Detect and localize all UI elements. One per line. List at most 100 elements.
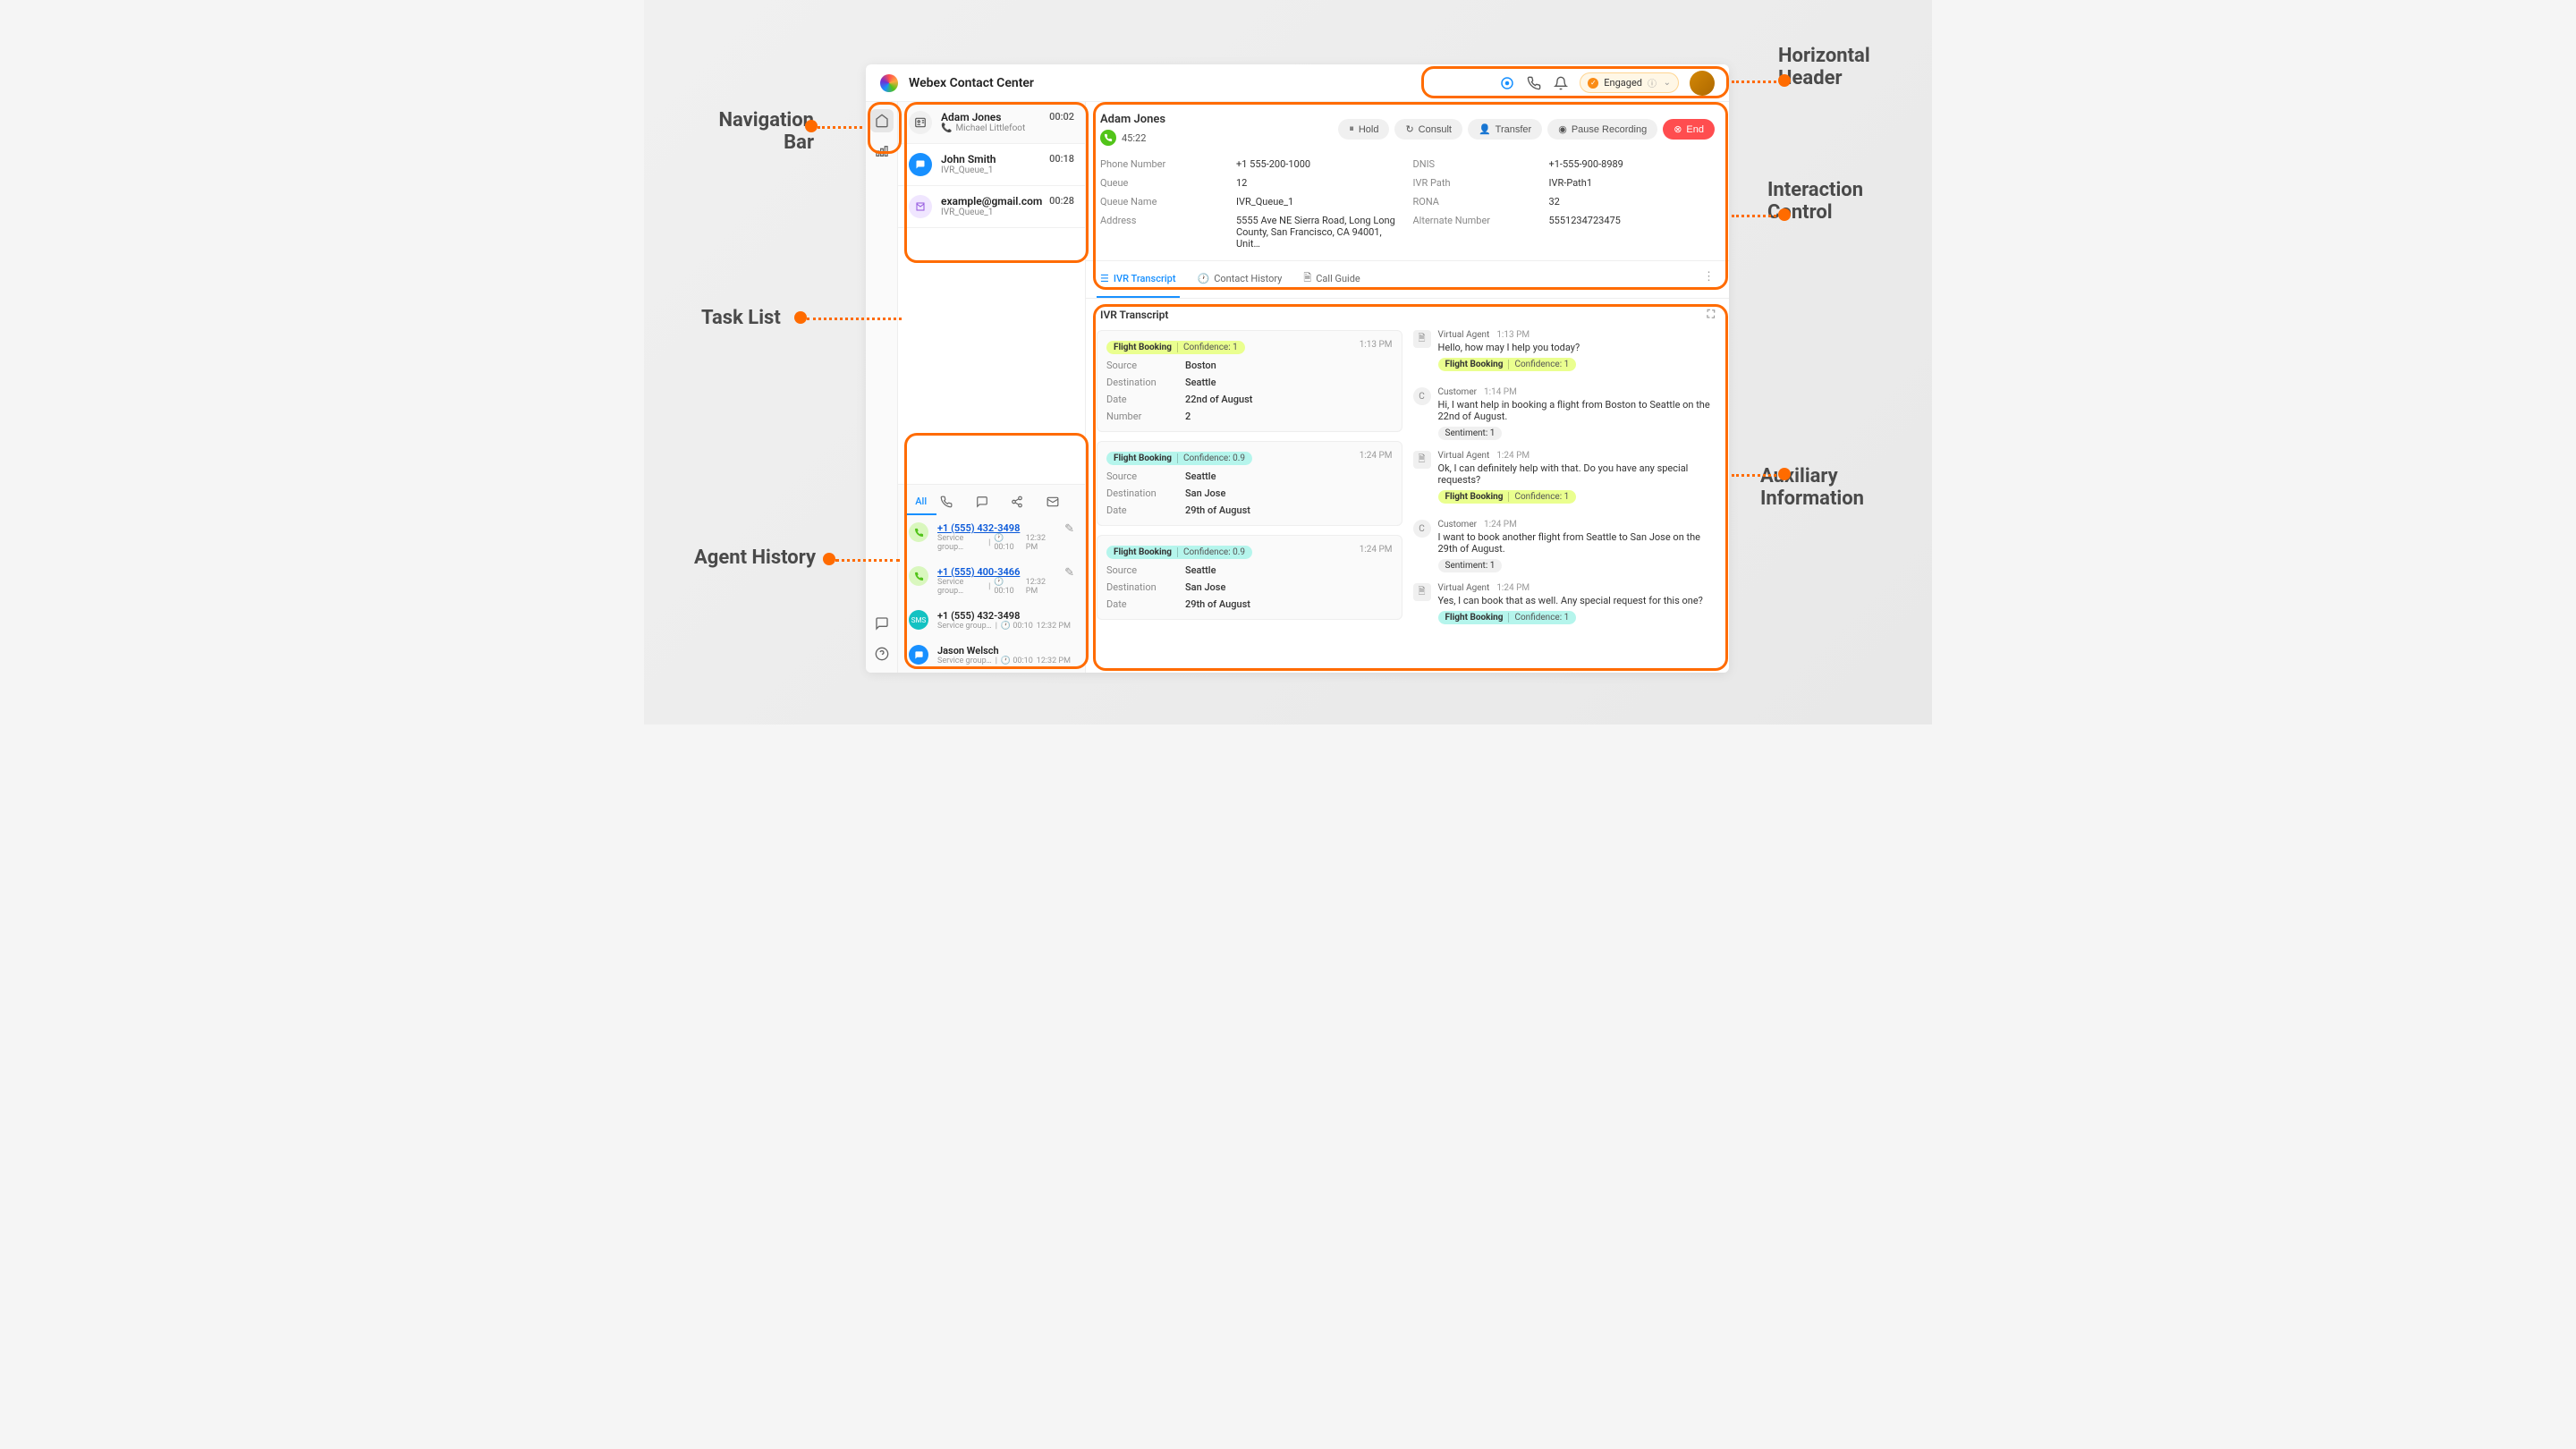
- field-label: RONA: [1413, 196, 1538, 208]
- history-item[interactable]: +1 (555) 432-3498Service group…|🕐 00:101…: [898, 515, 1085, 559]
- history-tab-email[interactable]: [1046, 490, 1078, 515]
- phone-icon[interactable]: [1526, 75, 1542, 91]
- pause-icon: ⏸: [1349, 123, 1354, 135]
- kv-value: 2: [1185, 411, 1393, 422]
- transcript-message: 🗎Virtual Agent1:24 PMYes, I can book tha…: [1413, 583, 1719, 630]
- bell-icon[interactable]: [1553, 75, 1569, 91]
- history-tab-chat[interactable]: [976, 490, 1007, 515]
- kv-value: 29th of August: [1185, 598, 1393, 610]
- virtual-agent-icon: 🗎: [1413, 330, 1431, 348]
- navigation-bar: [866, 102, 898, 673]
- phone-active-icon: [1100, 130, 1116, 146]
- kv-value: 29th of August: [1185, 504, 1393, 516]
- person-icon: 👤: [1479, 123, 1491, 135]
- transcript-message: CCustomer1:24 PMI want to book another f…: [1413, 520, 1719, 572]
- task-item[interactable]: example@gmail.com IVR_Queue_1 00:28: [898, 186, 1085, 228]
- nav-help[interactable]: [870, 642, 894, 665]
- interaction-name: Adam Jones: [1100, 113, 1165, 126]
- field-label: Alternate Number: [1413, 215, 1538, 250]
- app-title: Webex Contact Center: [909, 76, 1034, 90]
- kv-label: Date: [1106, 394, 1178, 405]
- history-title: Jason Welsch: [937, 645, 1074, 657]
- history-tab-all[interactable]: All: [905, 490, 936, 515]
- msg-text: Hello, how may I help you today?: [1438, 342, 1719, 353]
- edit-icon[interactable]: ✎: [1064, 522, 1074, 536]
- msg-time: 1:24 PM: [1496, 451, 1530, 461]
- kv-value: Seattle: [1185, 564, 1393, 576]
- webex-icon[interactable]: [1499, 75, 1515, 91]
- sentiment-tag: Sentiment: 1: [1438, 427, 1503, 440]
- task-item[interactable]: Adam Jones 📞Michael Littlefoot 00:02: [898, 102, 1085, 144]
- kv-value: 22nd of August: [1185, 394, 1393, 405]
- close-icon: ⊗: [1674, 123, 1682, 135]
- refresh-icon: ↻: [1405, 123, 1413, 135]
- msg-text: I want to book another flight from Seatt…: [1438, 531, 1719, 555]
- task-name: John Smith: [941, 153, 1040, 165]
- tab-call-guide[interactable]: 🗎Call Guide: [1300, 261, 1363, 298]
- consult-button[interactable]: ↻Consult: [1394, 119, 1462, 140]
- history-tab-social[interactable]: [1011, 490, 1042, 515]
- msg-text: Hi, I want help in booking a flight from…: [1438, 399, 1719, 422]
- chevron-down-icon: ⌄: [1664, 78, 1671, 88]
- mail-icon: [909, 195, 932, 218]
- transfer-button[interactable]: 👤Transfer: [1468, 119, 1542, 140]
- phone-small-icon: 📞: [941, 123, 952, 133]
- status-selector[interactable]: Engaged ⓘ ⌄: [1580, 72, 1679, 93]
- history-item[interactable]: Jason WelschService group…|🕐 00:1012:32 …: [898, 638, 1085, 673]
- field-value: 32: [1549, 196, 1716, 208]
- task-name: example@gmail.com: [941, 195, 1040, 208]
- msg-time: 1:14 PM: [1484, 387, 1517, 397]
- end-button[interactable]: ⊗End: [1663, 119, 1715, 140]
- user-avatar[interactable]: [1690, 71, 1715, 96]
- task-sub: IVR_Queue_1: [941, 165, 1040, 175]
- kv-label: Destination: [1106, 487, 1178, 499]
- field-value: 5555 Ave NE Sierra Road, Long Long Count…: [1236, 215, 1402, 250]
- kv-value: Seattle: [1185, 470, 1393, 482]
- task-list-panel: Adam Jones 📞Michael Littlefoot 00:02 Joh…: [898, 102, 1086, 673]
- tab-ivr-transcript[interactable]: ☰IVR Transcript: [1097, 261, 1180, 298]
- status-label: Engaged: [1604, 77, 1642, 89]
- phone-icon: [909, 566, 928, 586]
- nav-analytics[interactable]: [870, 140, 894, 163]
- kv-label: Date: [1106, 504, 1178, 516]
- expand-icon[interactable]: ⛶: [1707, 308, 1715, 321]
- more-menu-icon[interactable]: ⋮: [1699, 261, 1718, 298]
- list-icon: ☰: [1100, 273, 1109, 284]
- field-label: Phone Number: [1100, 158, 1225, 170]
- tab-contact-history[interactable]: 🕐Contact History: [1194, 261, 1286, 298]
- kv-label: Source: [1106, 470, 1178, 482]
- history-item[interactable]: +1 (555) 400-3466Service group…|🕐 00:101…: [898, 559, 1085, 603]
- field-value: 12: [1236, 177, 1402, 189]
- kv-label: Source: [1106, 564, 1178, 576]
- history-meta: Service group…|🕐 00:1012:32 PM: [937, 578, 1055, 596]
- history-meta: Service group…|🕐 00:1012:32 PM: [937, 657, 1074, 665]
- kv-label: Source: [1106, 360, 1178, 371]
- label-nav: Navigation Bar: [698, 109, 814, 154]
- msg-time: 1:13 PM: [1496, 330, 1530, 340]
- intent-tag: Flight BookingConfidence: 1: [1438, 611, 1577, 624]
- history-meta: Service group…|🕐 00:1012:32 PM: [937, 622, 1074, 631]
- nav-home[interactable]: [870, 109, 894, 132]
- history-title[interactable]: +1 (555) 400-3466: [937, 566, 1055, 578]
- field-value: 5551234723475: [1549, 215, 1716, 250]
- chat-icon: [909, 645, 928, 665]
- history-title: +1 (555) 432-3498: [937, 610, 1074, 622]
- nav-chat[interactable]: [870, 612, 894, 635]
- kv-value: San Jose: [1185, 487, 1393, 499]
- intent-tag: Flight BookingConfidence: 1: [1438, 490, 1577, 504]
- virtual-agent-icon: 🗎: [1413, 451, 1431, 469]
- app-window: Webex Contact Center Engaged ⓘ ⌄: [866, 64, 1729, 673]
- info-icon: ⓘ: [1648, 76, 1657, 89]
- sentiment-tag: Sentiment: 1: [1438, 559, 1503, 572]
- pause-recording-button[interactable]: ◉Pause Recording: [1547, 119, 1657, 140]
- transcript-card: 1:24 PMFlight BookingConfidence: 0.9Sour…: [1097, 441, 1402, 526]
- history-title[interactable]: +1 (555) 432-3498: [937, 522, 1055, 534]
- task-item[interactable]: John Smith IVR_Queue_1 00:18: [898, 144, 1085, 186]
- task-timer: 00:02: [1049, 111, 1074, 134]
- history-item[interactable]: SMS+1 (555) 432-3498Service group…|🕐 00:…: [898, 603, 1085, 638]
- edit-icon[interactable]: ✎: [1064, 566, 1074, 580]
- kv-label: Destination: [1106, 377, 1178, 388]
- document-icon: 🗎: [1303, 270, 1311, 287]
- hold-button[interactable]: ⏸Hold: [1338, 119, 1389, 140]
- history-tab-phone[interactable]: [940, 490, 971, 515]
